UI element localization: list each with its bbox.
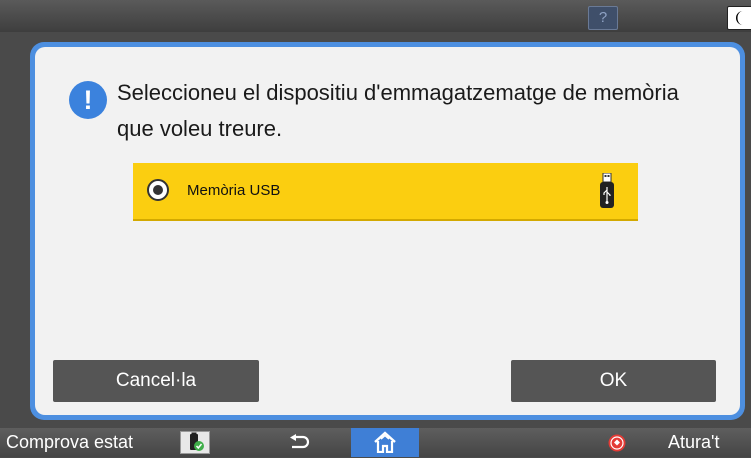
back-arrow-icon[interactable] bbox=[288, 434, 310, 450]
usb-drive-icon bbox=[600, 173, 614, 208]
dialog-body: ! Seleccioneu el dispositiu d'emmagatzem… bbox=[35, 47, 740, 415]
status-check-icon[interactable] bbox=[180, 431, 210, 454]
moon-icon bbox=[736, 11, 743, 25]
energy-saver-button[interactable] bbox=[727, 6, 751, 30]
check-status-button[interactable]: Comprova estat bbox=[6, 428, 133, 457]
dialog-message: Seleccioneu el dispositiu d'emmagatzemat… bbox=[117, 80, 679, 141]
stop-button[interactable]: Atura't bbox=[668, 428, 719, 457]
help-button[interactable]: ? bbox=[588, 6, 618, 30]
exclamation-icon: ! bbox=[69, 81, 107, 119]
ok-button[interactable]: OK bbox=[511, 360, 716, 402]
home-button[interactable] bbox=[351, 428, 419, 457]
top-bar: ? bbox=[0, 0, 751, 32]
select-device-dialog: ! Seleccioneu el dispositiu d'emmagatzem… bbox=[30, 42, 745, 420]
question-icon: ? bbox=[598, 9, 608, 26]
usb-memory-label: Memòria USB bbox=[187, 182, 281, 199]
home-icon bbox=[374, 431, 396, 453]
stop-icon[interactable] bbox=[608, 434, 626, 452]
radio-button-selected[interactable] bbox=[147, 179, 169, 201]
bottom-bar: Comprova estat Atura't bbox=[0, 428, 751, 457]
usb-memory-option[interactable]: Memòria USB bbox=[133, 163, 638, 221]
cancel-button[interactable]: Cancel·la bbox=[53, 360, 259, 402]
